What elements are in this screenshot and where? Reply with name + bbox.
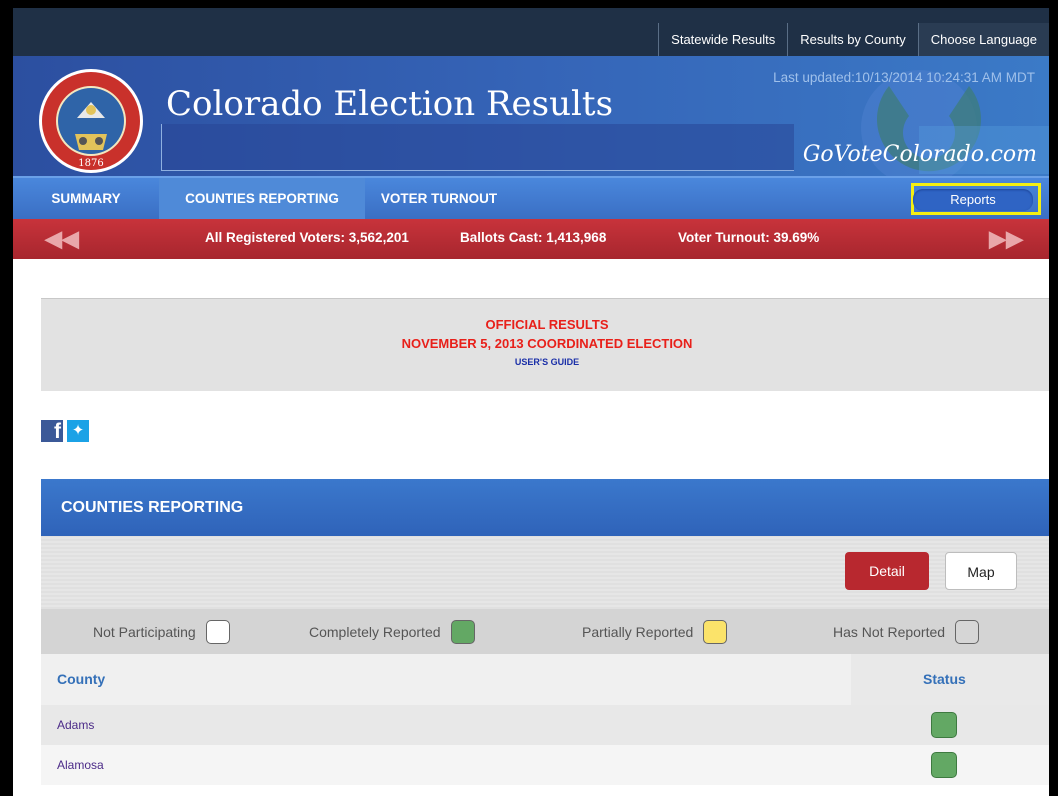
top-utility-bar: Statewide Results Results by County Choo…	[13, 8, 1049, 56]
legend-has-not-reported: Has Not Reported	[833, 609, 980, 654]
svg-text:1876: 1876	[78, 158, 103, 169]
table-row: Adams	[41, 705, 1049, 745]
facebook-icon[interactable]: f	[41, 420, 63, 443]
colorado-seal-icon: 1876	[39, 69, 143, 173]
status-legend: Not Participating Completely Reported Pa…	[41, 609, 1049, 654]
tab-summary[interactable]: SUMMARY	[23, 178, 149, 219]
panel-title: COUNTIES REPORTING	[61, 499, 244, 516]
legend-swatch	[205, 619, 230, 644]
fast-forward-arrow-icon[interactable]: ▶▶	[989, 226, 1023, 252]
county-link-alamosa[interactable]: Alamosa	[57, 758, 104, 772]
statewide-results-link[interactable]: Statewide Results	[658, 23, 788, 56]
legend-completely-reported: Completely Reported	[309, 609, 475, 654]
registered-voters-stat: All Registered Voters: 3,562,201	[205, 230, 409, 245]
legend-swatch	[955, 619, 980, 644]
site-title: Colorado Election Results	[166, 84, 614, 124]
county-column-header[interactable]: County	[57, 671, 105, 687]
legend-partially-reported: Partially Reported	[582, 609, 728, 654]
voter-turnout-stat: Voter Turnout: 39.69%	[678, 230, 820, 245]
users-guide-link[interactable]: USER'S GUIDE	[41, 357, 1049, 367]
main-nav: SUMMARY COUNTIES REPORTING VOTER TURNOUT…	[13, 176, 1049, 219]
choose-language-link[interactable]: Choose Language	[917, 23, 1049, 56]
view-toolbar: Detail Map	[41, 536, 1049, 609]
table-row: Alamosa	[41, 745, 1049, 785]
legend-swatch	[450, 619, 475, 644]
legend-swatch	[703, 619, 728, 644]
panel-header: COUNTIES REPORTING	[41, 479, 1049, 536]
election-name: NOVEMBER 5, 2013 COORDINATED ELECTION	[401, 336, 693, 351]
twitter-icon[interactable]: ✦	[67, 420, 89, 442]
results-by-county-link[interactable]: Results by County	[787, 23, 918, 56]
county-link-adams[interactable]: Adams	[57, 718, 94, 732]
social-links: f ✦	[41, 420, 89, 443]
detail-button[interactable]: Detail	[845, 552, 929, 590]
legend-not-participating: Not Participating	[93, 609, 230, 654]
official-results-heading: OFFICIAL RESULTS	[485, 317, 609, 332]
table-header: County Status	[41, 654, 1049, 705]
tab-counties-reporting[interactable]: COUNTIES REPORTING	[159, 178, 365, 219]
status-complete-indicator	[931, 712, 957, 738]
status-column-header[interactable]: Status	[923, 671, 966, 687]
site-header: 1876 Colorado Election Results Last upda…	[13, 56, 1049, 176]
govotecolorado-logo[interactable]: GoVoteColorado.com	[803, 142, 1037, 167]
last-updated-text: Last updated:10/13/2014 10:24:31 AM MDT	[773, 70, 1035, 85]
reports-button[interactable]: Reports	[913, 189, 1033, 211]
map-button[interactable]: Map	[945, 552, 1017, 590]
browser-viewport: Statewide Results Results by County Choo…	[13, 8, 1049, 796]
counties-reporting-panel: COUNTIES REPORTING Detail Map Not Partic…	[41, 479, 1049, 796]
status-complete-indicator	[931, 752, 957, 778]
ballots-cast-stat: Ballots Cast: 1,413,968	[460, 230, 607, 245]
voter-stats-bar: ◀◀ All Registered Voters: 3,562,201 Ball…	[13, 219, 1049, 259]
rewind-arrow-icon[interactable]: ◀◀	[45, 226, 79, 252]
tab-voter-turnout[interactable]: VOTER TURNOUT	[369, 178, 509, 219]
official-results-box: OFFICIAL RESULTS NOVEMBER 5, 2013 COORDI…	[41, 298, 1049, 391]
title-banner-box	[161, 124, 794, 171]
